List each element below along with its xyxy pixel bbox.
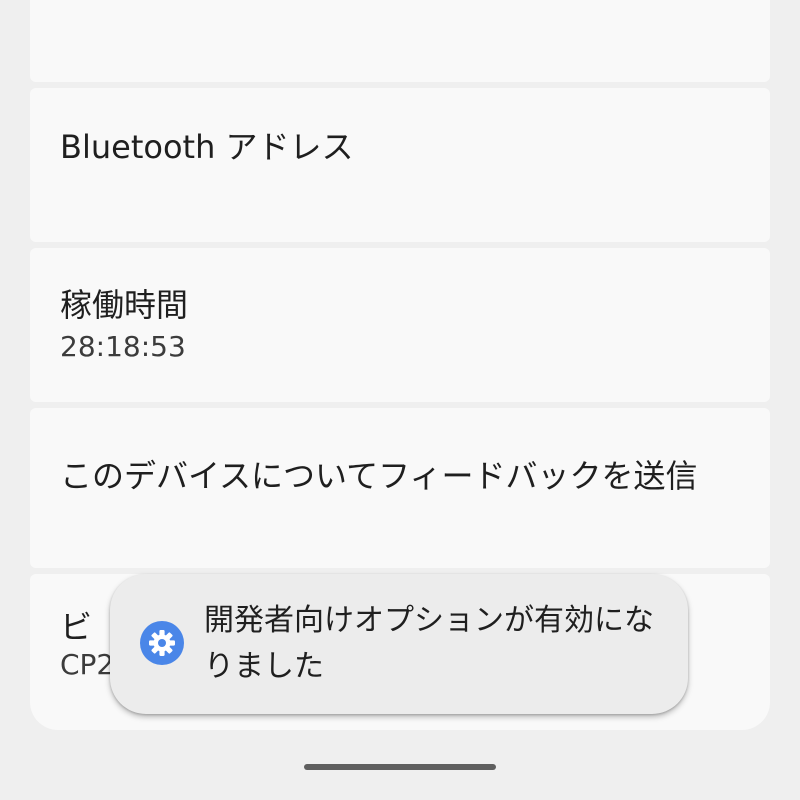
send-feedback-title: このデバイスについてフィードバックを送信 [60, 457, 698, 495]
settings-screen: Bluetooth アドレス 稼働時間 28:18:53 このデバイスについてフ… [0, 0, 800, 800]
developer-options-toast: 開発者向けオプションが有効になりました [110, 574, 688, 714]
uptime-value: 28:18:53 [60, 330, 186, 363]
toast-message: 開発者向けオプションが有効になりました [204, 603, 654, 684]
list-item-send-feedback[interactable]: このデバイスについてフィードバックを送信 [30, 408, 770, 568]
settings-gear-icon [140, 621, 184, 665]
list-item-bluetooth-address[interactable]: Bluetooth アドレス [30, 88, 770, 242]
uptime-title: 稼働時間 [60, 286, 189, 324]
list-item-clipped[interactable] [30, 0, 770, 82]
bluetooth-address-title: Bluetooth アドレス [60, 128, 354, 166]
list-item-uptime[interactable]: 稼働時間 28:18:53 [30, 248, 770, 402]
navigation-gesture-handle[interactable] [304, 764, 496, 770]
